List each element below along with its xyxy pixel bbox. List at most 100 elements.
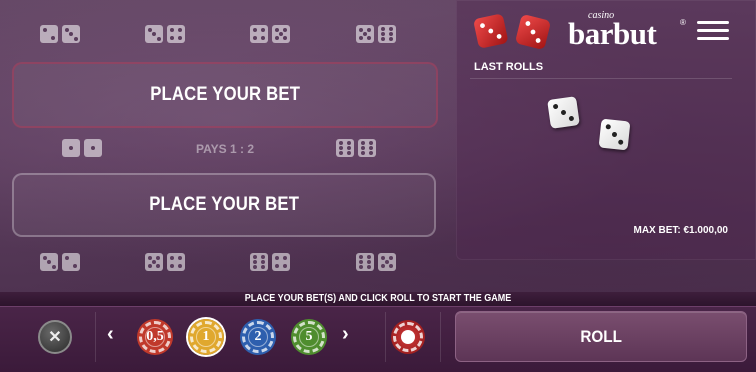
table-die — [358, 139, 376, 157]
die-pip — [177, 256, 182, 261]
die-pip — [366, 254, 371, 259]
middle-dice-pair-left[interactable] — [62, 139, 102, 157]
die-pip — [388, 37, 393, 42]
table-die — [272, 253, 290, 271]
divider — [470, 78, 732, 79]
die-pip — [152, 32, 156, 36]
die-pip — [177, 35, 182, 40]
die-pip — [346, 146, 351, 150]
last-rolls-label: LAST ROLLS — [474, 61, 544, 73]
bottom-dice-pair-2[interactable] — [145, 253, 185, 271]
table-die — [272, 25, 290, 43]
die-pip — [260, 28, 265, 33]
die-pip — [253, 35, 258, 40]
bottom-dice-pair-1[interactable] — [40, 253, 80, 271]
table-die — [378, 253, 396, 271]
die-pip — [389, 255, 394, 260]
roll-button-label: ROLL — [580, 326, 622, 346]
die-pip — [363, 32, 367, 36]
bottom-dice-pair-4[interactable] — [356, 253, 396, 271]
clear-bets-button[interactable]: ✕ — [38, 320, 72, 354]
status-message-text: PLACE YOUR BET(S) AND CLICK ROLL TO STAR… — [244, 293, 512, 304]
die-pip — [170, 35, 175, 40]
die-pip — [388, 26, 393, 31]
bet-area-bottom[interactable]: PLACE YOUR BET — [12, 173, 436, 237]
die-pip — [69, 146, 73, 150]
brand-name-text: barbut — [568, 16, 657, 51]
die-pip — [359, 260, 364, 264]
die-pip — [361, 140, 366, 145]
double-bet-button[interactable] — [391, 320, 425, 354]
chip-2[interactable]: 2 — [240, 319, 276, 355]
die-pip — [618, 139, 624, 146]
chip-next-arrow-icon[interactable]: › — [342, 323, 349, 346]
table-die — [145, 253, 163, 271]
divider — [95, 312, 96, 362]
bet-area-top[interactable]: PLACE YOUR BET — [12, 62, 438, 128]
bottom-dice-pair-3[interactable] — [250, 253, 290, 271]
die-pip — [381, 32, 386, 36]
die-pip — [274, 36, 279, 41]
hamburger-menu-icon[interactable] — [697, 21, 729, 43]
table-die — [62, 139, 80, 157]
die-pip — [50, 35, 55, 40]
die-pip — [359, 254, 364, 259]
chip-value: 0,5 — [146, 329, 164, 344]
die-pip — [358, 36, 363, 41]
die-pip — [275, 263, 280, 268]
die-pip — [147, 264, 152, 269]
die-pip — [156, 255, 161, 260]
chip-0-5[interactable]: 0,5 — [137, 319, 173, 355]
die-pip — [367, 36, 372, 41]
top-dice-pair-1[interactable] — [40, 25, 80, 43]
table-die — [62, 25, 80, 43]
table-die — [250, 253, 268, 271]
die-pip — [69, 32, 73, 36]
die-pip — [64, 27, 69, 32]
die-pip — [366, 260, 371, 264]
die-pip — [253, 265, 258, 270]
middle-dice-pair-right[interactable] — [336, 139, 376, 157]
die-pip — [367, 27, 372, 32]
roll-button[interactable]: ROLL — [455, 311, 747, 362]
max-bet-label: MAX BET: €1.000,00 — [633, 225, 729, 236]
die-pip — [381, 26, 386, 31]
die-pip — [339, 140, 344, 145]
die-pip — [177, 28, 182, 33]
die-pip — [253, 254, 258, 259]
chip-1[interactable]: 1 — [188, 319, 224, 355]
die-pip — [91, 146, 95, 150]
die-pip — [368, 151, 373, 156]
die-pip — [605, 123, 611, 130]
die-pip — [73, 36, 78, 41]
top-dice-pair-3[interactable] — [250, 25, 290, 43]
die-pip — [275, 256, 280, 261]
die-pip — [380, 264, 385, 269]
table-die — [145, 25, 163, 43]
die-pip — [65, 256, 70, 261]
die-pip — [381, 37, 386, 42]
die-pip — [361, 146, 366, 150]
chip-5[interactable]: 5 — [291, 319, 327, 355]
table-die — [40, 253, 58, 271]
die-pip — [366, 265, 371, 270]
die-pip — [283, 36, 288, 41]
pays-label: PAYS 1 : 2 — [195, 142, 255, 156]
clear-bets-icon: ✕ — [48, 329, 62, 346]
status-message-bar: PLACE YOUR BET(S) AND CLICK ROLL TO STAR… — [0, 292, 756, 306]
die-pip — [380, 255, 385, 260]
top-dice-pair-4[interactable] — [356, 25, 396, 43]
chip-value: 2 — [254, 329, 262, 344]
table-die — [167, 25, 185, 43]
die-pip — [156, 36, 161, 41]
top-dice-pair-2[interactable] — [145, 25, 185, 43]
table-die — [40, 25, 58, 43]
die-pip — [260, 260, 265, 264]
die-pip — [152, 260, 156, 264]
chip-prev-arrow-icon[interactable]: ‹ — [107, 323, 114, 346]
die-pip — [568, 115, 575, 122]
die-pip — [260, 254, 265, 259]
die-pip — [358, 27, 363, 32]
table-die — [167, 253, 185, 271]
table-die — [84, 139, 102, 157]
